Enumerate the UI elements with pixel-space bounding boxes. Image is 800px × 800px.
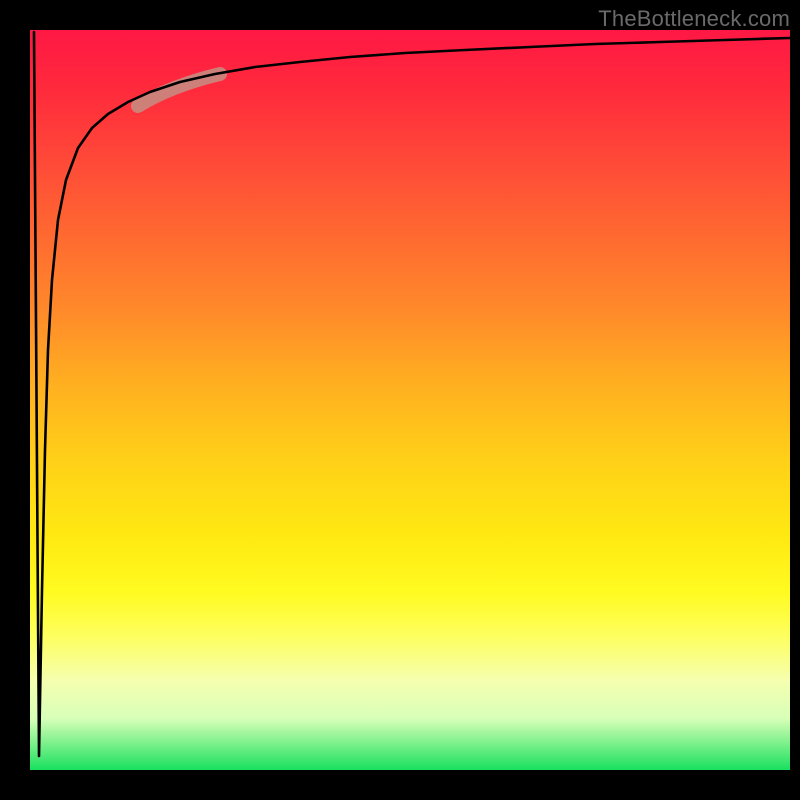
curve-layer — [30, 30, 790, 770]
bottleneck-curve — [34, 32, 790, 756]
attribution-label: TheBottleneck.com — [598, 6, 790, 32]
chart-container: TheBottleneck.com — [0, 0, 800, 800]
plot-area — [30, 30, 790, 770]
highlight-segment — [138, 74, 220, 106]
